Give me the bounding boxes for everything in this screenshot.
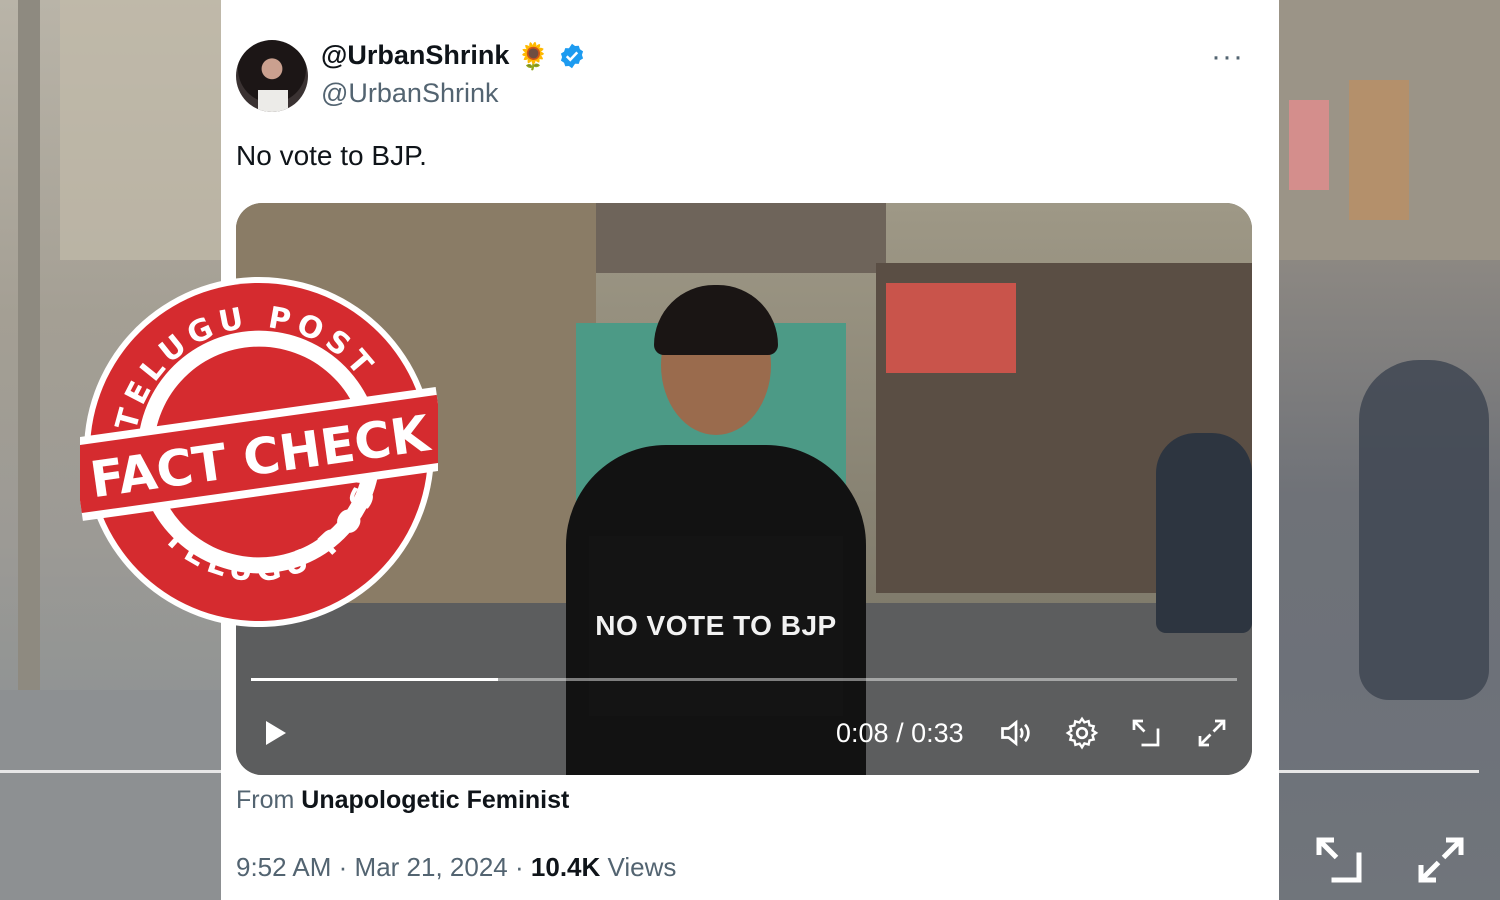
play-icon[interactable] [258,717,290,749]
views-count: 10.4K [530,852,601,882]
video-progress-bar[interactable] [251,678,1237,681]
video-motorbike-rider [1156,433,1252,633]
background-clothes [1289,100,1329,190]
background-right-blur [1279,0,1500,900]
display-name[interactable]: @UrbanShrink [321,40,509,71]
views-label: Views [607,852,677,882]
tweet-text: No vote to BJP. [236,140,427,171]
tweet-author-row: @UrbanShrink 🌻 [321,40,586,71]
picture-in-picture-icon[interactable] [1128,715,1164,751]
more-options-icon[interactable]: ··· [1211,40,1244,74]
background-rider [1359,360,1489,700]
video-controls: 0:08 / 0:33 [236,703,1252,763]
tweet-time[interactable]: 9:52 AM [236,852,331,882]
background-progress-line [0,770,221,773]
video-placard: NO VOTE TO BJP [589,536,843,716]
time-separator: / [896,718,904,748]
meta-dot: · [338,852,348,882]
video-shop-sign [886,283,1016,373]
user-handle[interactable]: @UrbanShrink [321,78,498,109]
background-wall [60,0,221,260]
tweet-meta: 9:52 AM · Mar 21, 2024 · 10.4K Views [236,852,676,883]
meta-dot: · [515,852,524,882]
current-time: 0:08 [836,718,889,748]
source-name-link[interactable]: Unapologetic Feminist [301,786,569,814]
video-time: 0:08 / 0:33 [836,718,964,749]
video-progress-fill [251,678,498,681]
tweet-date[interactable]: Mar 21, 2024 [355,852,508,882]
fact-check-stamp: TELUGU POST TELUGU POST FACT CHECK [80,276,438,628]
fullscreen-icon[interactable] [1194,715,1230,751]
source-prefix: From [236,786,295,814]
background-progress-line [1279,770,1479,773]
duration: 0:33 [911,718,964,748]
avatar[interactable] [236,40,308,112]
settings-gear-icon[interactable] [1064,715,1100,751]
sunflower-emoji: 🌻 [517,40,550,71]
background-pole [18,0,40,700]
video-roof [596,203,886,273]
verified-badge-icon[interactable] [558,42,586,70]
background-road [0,690,221,900]
volume-icon[interactable] [998,715,1034,751]
video-source: From Unapologetic Feminist [236,786,569,815]
fullscreen-icon [1418,837,1464,883]
minimize-icon [1316,837,1362,883]
background-clothes [1349,80,1409,220]
